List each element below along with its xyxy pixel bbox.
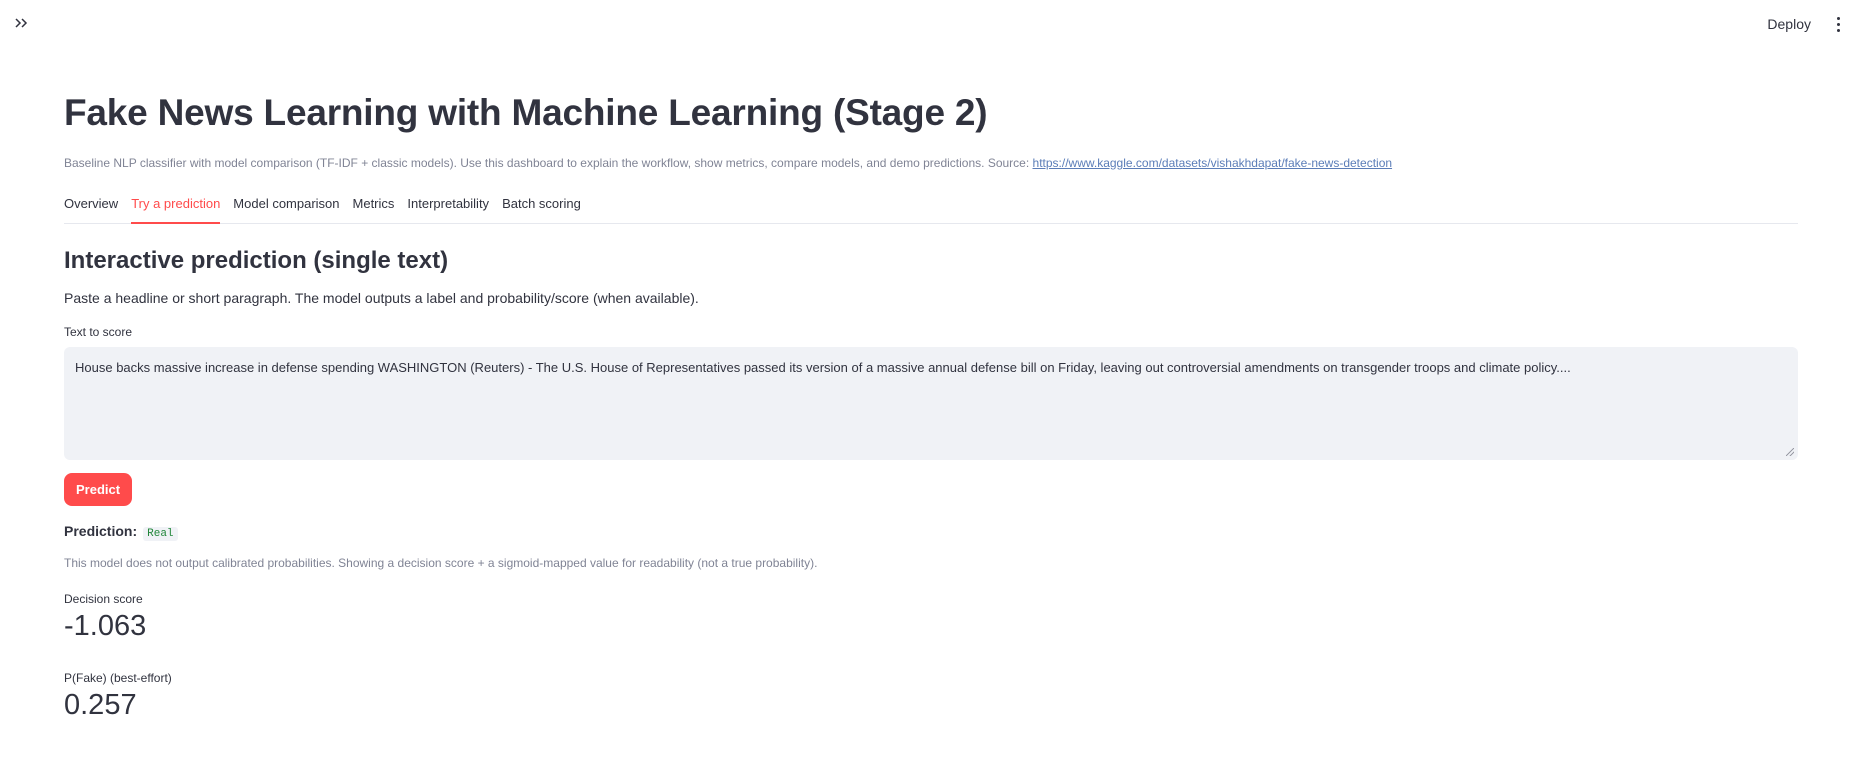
tab-metrics[interactable]: Metrics <box>353 190 395 223</box>
deploy-button[interactable]: Deploy <box>1761 13 1817 35</box>
source-link[interactable]: https://www.kaggle.com/datasets/vishakhd… <box>1033 156 1393 170</box>
page-caption: Baseline NLP classifier with model compa… <box>64 156 1392 170</box>
double-chevron-right-icon[interactable] <box>13 14 31 32</box>
p-fake-label: P(Fake) (best-effort) <box>64 671 172 685</box>
tab-try-a-prediction[interactable]: Try a prediction <box>131 190 221 224</box>
resize-handle-icon[interactable] <box>1786 448 1794 456</box>
tab-overview[interactable]: Overview <box>64 190 118 223</box>
prediction-label: Prediction: <box>64 523 138 539</box>
caption-text: Baseline NLP classifier with model compa… <box>64 156 1033 170</box>
section-heading: Interactive prediction (single text) <box>64 247 449 274</box>
tab-interpretability[interactable]: Interpretability <box>407 190 489 223</box>
tab-bar: Overview Try a prediction Model comparis… <box>64 190 1798 224</box>
text-to-score-label: Text to score <box>64 325 133 339</box>
decision-score-value: -1.063 <box>64 610 147 642</box>
prediction-result: Prediction: Real <box>64 523 178 541</box>
text-to-score-value: House backs massive increase in defense … <box>75 360 1571 375</box>
section-description: Paste a headline or short paragraph. The… <box>64 290 699 306</box>
tab-model-comparison[interactable]: Model comparison <box>233 190 339 223</box>
prediction-value: Real <box>143 527 178 541</box>
calibration-note: This model does not output calibrated pr… <box>64 556 818 570</box>
page-title: Fake News Learning with Machine Learning… <box>64 92 988 133</box>
predict-button[interactable]: Predict <box>64 473 133 506</box>
kebab-menu-icon[interactable] <box>1831 14 1845 34</box>
text-to-score-input[interactable]: House backs massive increase in defense … <box>64 347 1798 460</box>
p-fake-value: 0.257 <box>64 689 137 721</box>
tab-batch-scoring[interactable]: Batch scoring <box>502 190 581 223</box>
app-header: Deploy <box>0 0 1867 48</box>
decision-score-label: Decision score <box>64 592 143 606</box>
